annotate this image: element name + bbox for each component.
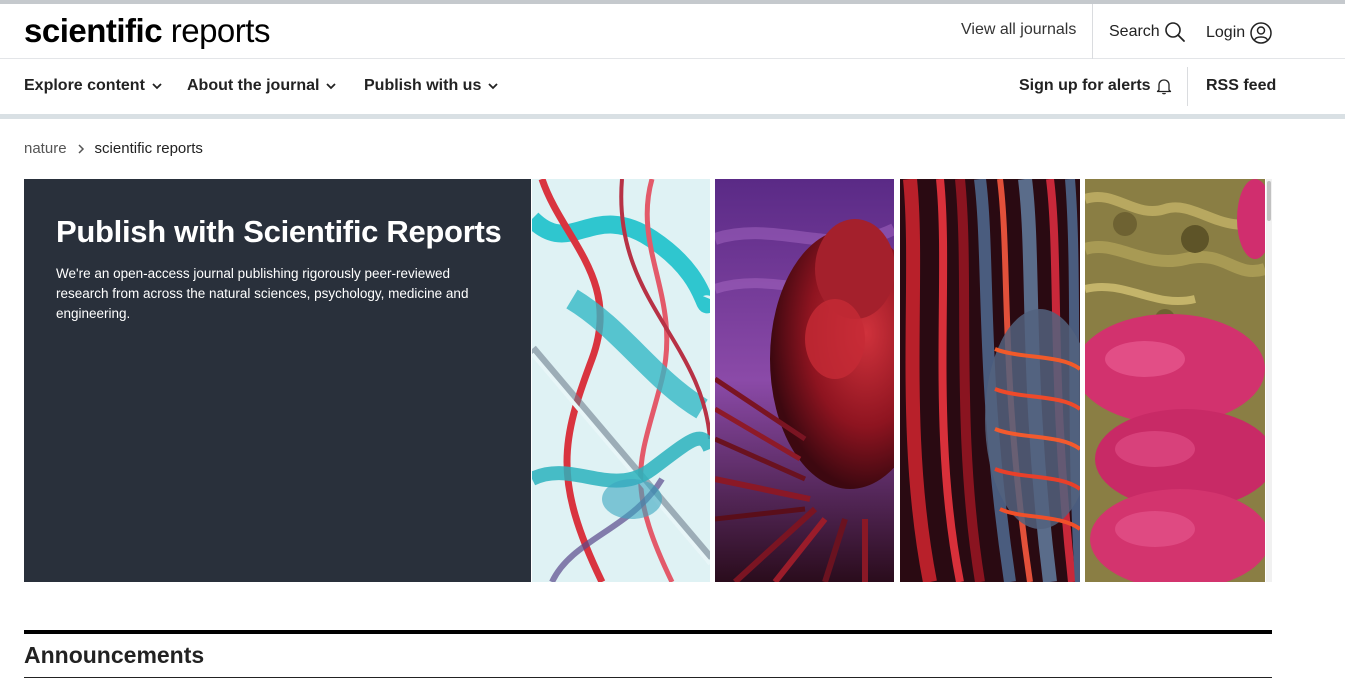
login-label: Login — [1206, 24, 1246, 41]
nav-about-journal[interactable]: About the journal — [187, 77, 337, 95]
search-icon — [1164, 22, 1185, 42]
glass-tubes-image — [532, 179, 710, 582]
site-header: scientific reports View all journals Sea… — [0, 4, 1345, 59]
nav-publish-with-us[interactable]: Publish with us — [364, 77, 499, 95]
fibrous-tissue-image — [900, 179, 1080, 582]
red-organism-image — [715, 179, 894, 582]
journal-logo[interactable]: scientific reports — [24, 11, 270, 51]
hero-description: We're an open-access journal publishing … — [56, 266, 469, 321]
signup-label: Sign up for alerts — [1019, 77, 1151, 94]
view-all-journals-link[interactable]: View all journals — [961, 21, 1076, 39]
announcements-rule — [24, 630, 1272, 634]
hero-banner: Publish with Scientific Reports We're an… — [24, 179, 1272, 582]
chevron-right-icon — [77, 143, 85, 155]
nav-divider — [1187, 67, 1188, 106]
journal-nav: Explore content About the journal Publis… — [0, 59, 1345, 114]
login-button[interactable]: Login — [1206, 21, 1273, 45]
rss-feed-link[interactable]: RSS feed — [1206, 77, 1276, 95]
pink-cells-image — [1085, 179, 1265, 582]
search-button[interactable]: Search — [1109, 21, 1186, 43]
logo-light-text: reports — [170, 12, 271, 49]
chevron-down-icon — [488, 83, 498, 90]
breadcrumb: nature scientific reports — [24, 140, 203, 157]
nav-item-label: Publish with us — [364, 77, 482, 94]
header-divider — [1092, 4, 1093, 59]
chevron-down-icon — [326, 83, 337, 90]
nav-item-label: About the journal — [187, 77, 320, 94]
announcements-heading: Announcements — [24, 642, 205, 668]
chevron-down-icon — [152, 83, 162, 90]
breadcrumb-current: scientific reports — [94, 140, 203, 157]
bell-icon — [1156, 79, 1171, 95]
nav-bottom-border — [0, 114, 1345, 119]
nav-explore-content[interactable]: Explore content — [24, 77, 163, 95]
announcements-divider — [24, 677, 1272, 678]
nav-item-label: Explore content — [24, 77, 145, 94]
hero-scrollbar-thumb[interactable] — [1267, 181, 1271, 221]
hero-scrollbar[interactable] — [1266, 179, 1272, 582]
user-circle-icon — [1250, 22, 1272, 44]
hero-title: Publish with Scientific Reports — [56, 214, 502, 249]
logo-bold-text: scientific — [24, 12, 163, 49]
sign-up-alerts-button[interactable]: Sign up for alerts — [1019, 77, 1173, 95]
search-label: Search — [1109, 23, 1160, 40]
breadcrumb-nature[interactable]: nature — [24, 140, 67, 157]
hero-text-panel: Publish with Scientific Reports We're an… — [24, 179, 531, 582]
